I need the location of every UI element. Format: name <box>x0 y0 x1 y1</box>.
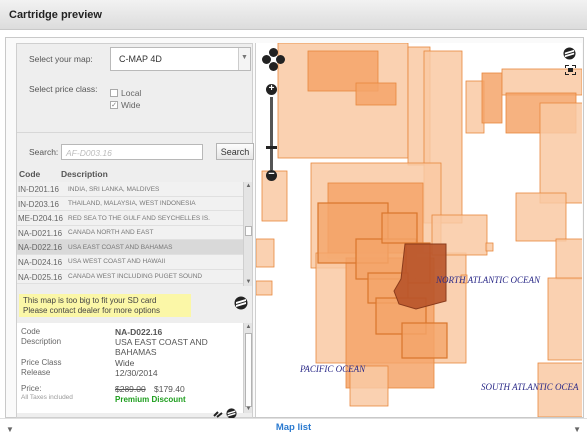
search-button[interactable]: Search <box>216 143 254 160</box>
detail-price-class-label: Price Class <box>21 358 62 367</box>
row-description: THAILAND, MALAYSIA, WEST INDONESIA <box>68 200 196 208</box>
map-select[interactable]: C-MAP 4D ▼ <box>110 47 251 71</box>
chevron-down-icon[interactable]: ▼ <box>238 48 250 70</box>
table-row-selected[interactable]: NA-D022.16 USA EAST COAST AND BAHAMAS <box>17 240 243 255</box>
scroll-up-icon[interactable]: ▲ <box>244 183 253 189</box>
detail-code-value: NA-D022.16 <box>115 327 163 337</box>
map-select-label: Select your map: <box>29 54 93 64</box>
window-title: Cartridge preview <box>9 9 102 21</box>
window-title-bar: Cartridge preview <box>0 0 587 30</box>
detail-description-value: USA EAST COAST AND BAHAMAS <box>115 337 208 357</box>
sd-card-icon[interactable] <box>234 296 248 312</box>
local-checkbox[interactable] <box>110 89 118 97</box>
row-description: RED SEA TO THE GULF AND SEYCHELLES IS. <box>68 214 210 222</box>
details-scrollbar[interactable]: ▲ ▼ <box>243 323 252 413</box>
footer-bar: ▼ Map list ▼ <box>0 418 587 436</box>
detail-price-class-value: Wide <box>115 358 135 368</box>
row-code: IN-D201.16 <box>18 185 59 194</box>
zoom-slider-thumb[interactable] <box>266 146 277 149</box>
chart-coverage-map[interactable] <box>256 43 582 417</box>
collapse-right-icon[interactable]: ▼ <box>573 425 581 434</box>
detail-release-label: Release <box>21 368 51 377</box>
row-code: ME-D204.16 <box>18 214 63 224</box>
table-scrollbar[interactable]: ▲ ▼ <box>243 182 252 286</box>
taxes-note: All Taxes included <box>21 394 73 401</box>
row-code: NA-D022.16 <box>18 243 63 253</box>
map-select-value: C-MAP 4D <box>119 54 162 64</box>
warning-message: This map is too big to fit your SD card … <box>19 294 191 317</box>
ocean-label: PACIFIC OCEAN <box>300 364 366 374</box>
row-description: CANADA WEST INCLUDING PUGET SOUND <box>68 273 203 281</box>
detail-release-value: 12/30/2014 <box>115 368 158 378</box>
table-header: Code Description <box>17 166 252 181</box>
zoom-slider[interactable] <box>270 97 273 170</box>
row-description: INDIA, SRI LANKA, MALDIVES <box>68 185 160 193</box>
new-price: $179.40 <box>154 384 185 394</box>
pan-down-icon[interactable] <box>269 62 278 71</box>
row-description: USA WEST COAST AND HAWAII <box>68 258 166 266</box>
search-label: Search: <box>29 147 59 157</box>
divider <box>17 132 252 133</box>
price-class-label: Select price class: <box>29 84 98 94</box>
row-description: USA EAST COAST AND BAHAMAS <box>68 243 173 251</box>
scroll-down-icon[interactable]: ▼ <box>244 279 253 285</box>
wide-checkbox[interactable]: ✓ <box>110 101 118 109</box>
row-code: IN-D203.16 <box>18 199 59 209</box>
cartridge-preview-panel: Select your map: C-MAP 4D ▼ Select price… <box>5 37 584 419</box>
local-checkbox-label: Local <box>121 88 142 98</box>
detail-price-label: Price: <box>21 384 42 393</box>
table-row[interactable]: NA-D021.16 CANADA NORTH AND EAST <box>17 225 243 241</box>
row-code: NA-D021.16 <box>18 228 63 238</box>
map-table-body: IN-D201.16 INDIA, SRI LANKA, MALDIVES IN… <box>17 182 243 286</box>
map-details: Code NA-D022.16 Description USA EAST COA… <box>17 323 243 413</box>
detail-code-label: Code <box>21 327 41 336</box>
column-header-code[interactable]: Code <box>19 169 40 179</box>
pan-control[interactable] <box>262 48 285 71</box>
zoom-out-button[interactable]: − <box>266 169 277 181</box>
details-scrollbar-thumb[interactable] <box>245 333 252 407</box>
zoom-in-button[interactable]: + <box>266 84 277 95</box>
table-row[interactable]: NA-D025.16 CANADA WEST INCLUDING PUGET S… <box>17 269 243 285</box>
map-viewer[interactable]: NORTH ATLANTIC OCEAN PACIFIC OCEAN SOUTH… <box>255 43 582 417</box>
coverage-light <box>256 43 582 417</box>
ocean-label: SOUTH ATLANTIC OCEA <box>481 382 579 392</box>
table-row[interactable]: IN-D203.16 THAILAND, MALAYSIA, WEST INDO… <box>17 196 243 212</box>
search-input[interactable]: AF-D003.16 <box>61 144 203 160</box>
price-class-wide[interactable]: ✓ Wide <box>110 100 140 110</box>
warning-line-2: Please contact dealer for more options <box>23 306 160 315</box>
row-description: CANADA NORTH AND EAST <box>68 229 154 237</box>
scroll-up-icon[interactable]: ▲ <box>244 324 253 330</box>
detail-description-label: Description <box>21 337 62 346</box>
fullscreen-icon[interactable] <box>564 64 577 76</box>
left-panel: Select your map: C-MAP 4D ▼ Select price… <box>16 43 254 419</box>
old-price: $289.00 <box>115 384 146 394</box>
column-header-description[interactable]: Description <box>61 169 108 179</box>
row-code: NA-D024.16 <box>18 257 63 267</box>
table-row[interactable]: IN-D201.16 INDIA, SRI LANKA, MALDIVES <box>17 182 243 197</box>
row-code: NA-D025.16 <box>18 272 63 282</box>
sd-card-icon[interactable] <box>563 47 576 62</box>
scroll-down-icon[interactable]: ▼ <box>244 406 253 412</box>
warning-line-1: This map is too big to fit your SD card <box>23 296 157 305</box>
ocean-label: NORTH ATLANTIC OCEAN <box>436 275 541 285</box>
table-row[interactable]: ME-D204.16 RED SEA TO THE GULF AND SEYCH… <box>17 211 243 226</box>
price-class-local[interactable]: Local <box>110 88 141 98</box>
wide-checkbox-label: Wide <box>121 100 141 110</box>
map-list-link[interactable]: Map list <box>0 422 587 433</box>
pan-right-icon[interactable] <box>276 55 285 64</box>
table-scrollbar-thumb[interactable] <box>245 226 252 236</box>
premium-discount: Premium Discount <box>115 395 186 404</box>
table-row[interactable]: NA-D024.16 USA WEST COAST AND HAWAII <box>17 254 243 270</box>
